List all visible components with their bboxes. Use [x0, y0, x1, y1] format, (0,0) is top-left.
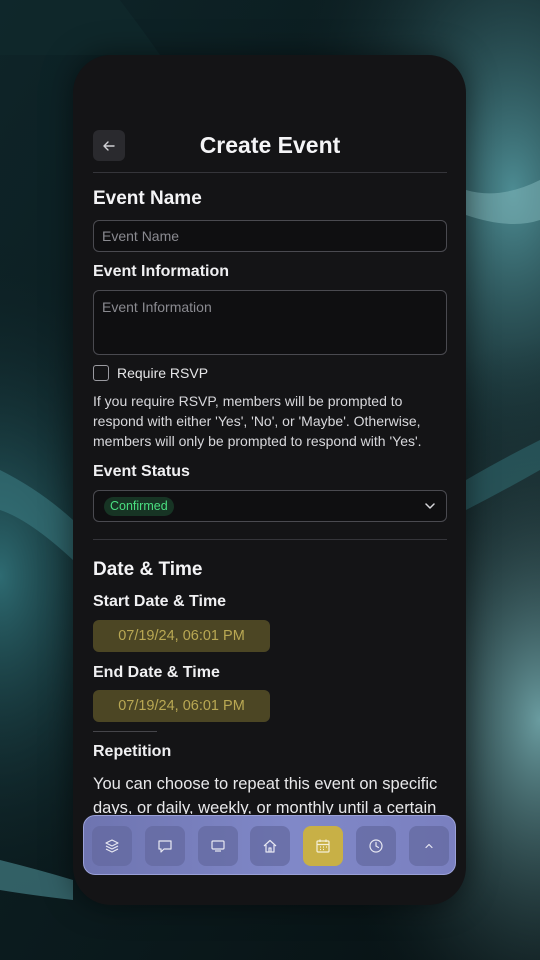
event-status-select[interactable]: Confirmed: [93, 490, 447, 522]
end-date-label: End Date & Time: [93, 664, 220, 681]
nav-monitor-button[interactable]: [198, 826, 238, 866]
event-name-heading: Event Name: [93, 188, 202, 209]
header-divider: [93, 172, 447, 173]
header: Create Event: [93, 130, 447, 164]
calendar-icon: [316, 839, 330, 853]
nav-expand-button[interactable]: [409, 826, 449, 866]
repetition-rule: [93, 731, 157, 732]
nav-calendar-button[interactable]: [303, 826, 343, 866]
nav-clock-button[interactable]: [356, 826, 396, 866]
date-time-heading: Date & Time: [93, 559, 203, 580]
monitor-icon: [211, 840, 225, 852]
nav-layers-button[interactable]: [92, 826, 132, 866]
clock-icon: [369, 839, 383, 853]
nav-chat-button[interactable]: [145, 826, 185, 866]
start-date-label: Start Date & Time: [93, 593, 227, 610]
create-event-form: Create Event Event Name Event Name Event…: [93, 130, 447, 814]
home-icon: [263, 839, 277, 853]
event-name-input[interactable]: Event Name: [93, 220, 447, 252]
require-rsvp-row[interactable]: Require RSVP: [93, 365, 208, 381]
nav-home-button[interactable]: [250, 826, 290, 866]
page-title: Create Event: [199, 132, 341, 158]
chevron-down-icon: [425, 503, 435, 509]
event-information-label: Event Information: [93, 263, 230, 280]
require-rsvp-checkbox[interactable]: [93, 365, 109, 381]
event-name-placeholder: Event Name: [102, 228, 180, 244]
end-date-button[interactable]: 07/19/24, 06:01 PM: [93, 690, 270, 722]
section-divider: [93, 539, 447, 540]
layers-icon: [105, 839, 119, 853]
repetition-description: You can choose to repeat this event on s…: [93, 775, 438, 814]
status-badge: Confirmed: [104, 496, 174, 516]
event-information-textarea[interactable]: Event Information: [93, 290, 447, 355]
event-information-placeholder: Event Information: [102, 299, 212, 315]
rsvp-help-text: If you require RSVP, members will be pro…: [93, 393, 422, 449]
event-status-label: Event Status: [93, 463, 190, 480]
bottom-navbar: [83, 815, 456, 875]
start-date-button[interactable]: 07/19/24, 06:01 PM: [93, 620, 270, 652]
repetition-heading: Repetition: [93, 743, 172, 760]
phone-frame: Create Event Event Name Event Name Event…: [73, 55, 466, 905]
chat-bubble-icon: [158, 840, 172, 853]
chevron-up-icon: [425, 843, 433, 849]
require-rsvp-label: Require RSVP: [117, 365, 209, 381]
